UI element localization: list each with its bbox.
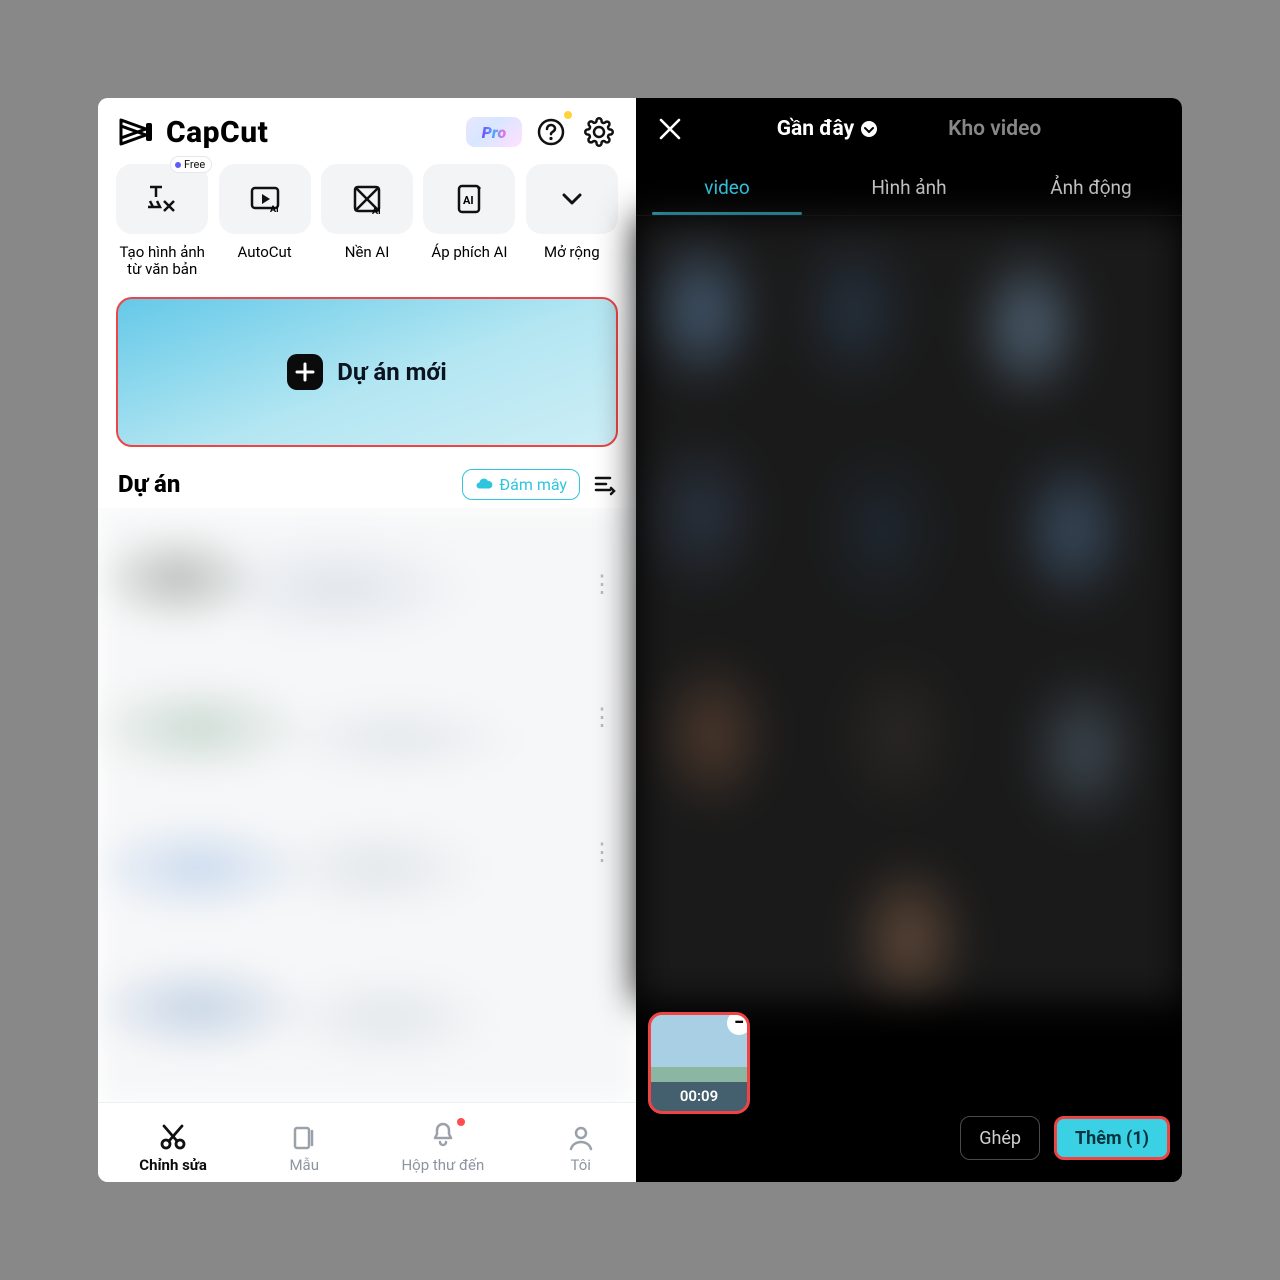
profile-icon xyxy=(567,1124,595,1152)
bell-icon xyxy=(429,1120,457,1148)
selected-clip-thumb[interactable]: − 00:09 xyxy=(648,1012,750,1114)
picker-header: Gần đây Kho video xyxy=(636,98,1182,160)
templates-icon xyxy=(290,1124,318,1152)
tab-templates[interactable]: Mẫu xyxy=(289,1124,319,1174)
settings-button[interactable] xyxy=(580,113,618,151)
help-button[interactable] xyxy=(532,113,570,151)
new-project-button[interactable]: Dự án mới xyxy=(116,297,618,447)
capcut-logo: CapCut xyxy=(116,112,268,152)
chevron-down-icon xyxy=(558,185,586,213)
projects-header: Dự án Đám mây xyxy=(98,447,636,508)
source-library[interactable]: Kho video xyxy=(948,117,1041,141)
new-project-label: Dự án mới xyxy=(337,358,446,386)
tool-label: Mở rộng xyxy=(544,244,600,261)
help-icon xyxy=(536,117,566,147)
tool-label: Nền AI xyxy=(345,244,390,261)
tool-label: Tạo hình ảnh từ văn bản xyxy=(116,244,208,279)
media-picker-panel: Gần đây Kho video video Hình ảnh Ảnh độn… xyxy=(636,98,1182,1182)
close-icon xyxy=(657,116,683,142)
cloud-icon xyxy=(475,475,493,493)
add-button[interactable]: Thêm (1) xyxy=(1054,1116,1170,1160)
bottom-tabbar: Chỉnh sửa Mẫu Hộp thư đến Tôi xyxy=(98,1102,636,1182)
svg-text:AI: AI xyxy=(372,207,381,216)
tool-label: AutoCut xyxy=(237,244,291,261)
gear-icon xyxy=(584,117,614,147)
merge-button[interactable]: Ghép xyxy=(960,1116,1040,1160)
svg-text:AI: AI xyxy=(463,194,474,207)
tab-edit[interactable]: Chỉnh sửa xyxy=(139,1122,207,1174)
scissors-icon xyxy=(158,1122,188,1152)
sort-icon xyxy=(592,472,616,496)
free-badge: Free xyxy=(170,156,212,173)
home-header: CapCut Pro xyxy=(98,98,636,160)
tab-me[interactable]: Tôi xyxy=(567,1124,595,1174)
capcut-home-panel: CapCut Pro Free xyxy=(98,98,636,1182)
tab-gif[interactable]: Ảnh động xyxy=(1000,160,1182,215)
sort-button[interactable] xyxy=(592,472,616,496)
tool-ai-poster[interactable]: AI Áp phích AI xyxy=(423,164,515,279)
close-button[interactable] xyxy=(652,111,688,147)
cloud-button[interactable]: Đám mây xyxy=(462,469,580,500)
autocut-icon: AI xyxy=(248,182,282,216)
ai-bg-icon: AI xyxy=(350,182,384,216)
remove-clip-button[interactable]: − xyxy=(727,1012,750,1035)
clip-duration: 00:09 xyxy=(680,1087,718,1105)
svg-text:AI: AI xyxy=(270,205,279,215)
help-notification-dot xyxy=(564,111,572,119)
tool-ai-background[interactable]: AI Nền AI xyxy=(321,164,413,279)
source-recent[interactable]: Gần đây xyxy=(777,117,878,141)
tool-autocut[interactable]: AI AutoCut xyxy=(218,164,310,279)
tool-text-to-image[interactable]: Free Tạo hình ảnh từ văn bản xyxy=(116,164,208,279)
picker-bottom-bar: − 00:09 Ghép Thêm (1) xyxy=(636,1002,1182,1182)
project-item-more[interactable]: ⋮ xyxy=(590,703,614,731)
tool-expand[interactable]: Mở rộng xyxy=(526,164,618,279)
text-to-image-icon xyxy=(144,181,180,217)
brand-text: CapCut xyxy=(166,115,268,150)
tab-image[interactable]: Hình ảnh xyxy=(818,160,1000,215)
capcut-logo-icon xyxy=(116,112,156,152)
pro-badge[interactable]: Pro xyxy=(466,117,522,147)
project-item-more[interactable]: ⋮ xyxy=(590,570,614,598)
tool-label: Áp phích AI xyxy=(431,244,507,261)
media-type-tabs: video Hình ảnh Ảnh động xyxy=(636,160,1182,216)
tab-inbox[interactable]: Hộp thư đến xyxy=(401,1120,484,1174)
media-grid[interactable] xyxy=(636,216,1182,1002)
project-list[interactable]: ⋮ ⋮ ⋮ xyxy=(98,508,636,1103)
project-item-more[interactable]: ⋮ xyxy=(590,838,614,866)
tab-video[interactable]: video xyxy=(636,160,818,215)
ai-poster-icon: AI xyxy=(452,182,486,216)
tool-shortcuts: Free Tạo hình ảnh từ văn bản AI AutoCut … xyxy=(98,160,636,279)
chevron-down-icon xyxy=(860,120,878,138)
projects-heading: Dự án xyxy=(118,470,450,498)
plus-icon xyxy=(287,354,323,390)
